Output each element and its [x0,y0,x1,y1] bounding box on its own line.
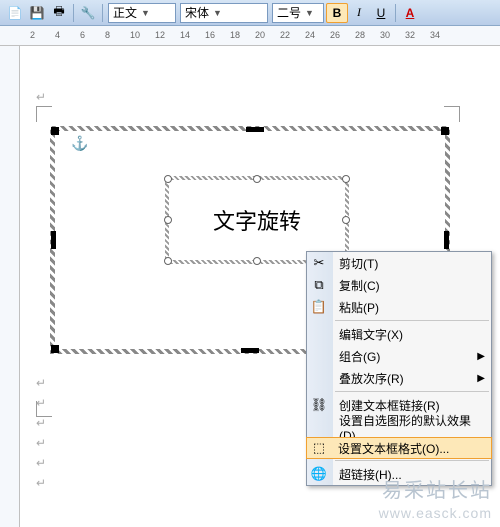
paragraph-mark-icon: ↵ [36,90,46,104]
underline-button[interactable]: U [370,3,392,23]
paragraph-mark-icon: ↵ [36,456,46,470]
size-dropdown[interactable]: 二号▼ [272,3,324,23]
horizontal-ruler: 24 68 1012 1416 1820 2224 2628 3032 34 [0,26,500,46]
resize-handle[interactable] [441,127,449,135]
menu-copy[interactable]: ⧉复制(C) [307,274,491,296]
save-icon[interactable]: 💾 [27,3,47,23]
copy-icon: ⧉ [311,277,327,293]
paragraph-mark-icon: ↵ [36,476,46,490]
new-doc-icon[interactable]: 📄 [5,3,25,23]
menu-group[interactable]: 组合(G)▶ [307,345,491,367]
resize-handle[interactable] [253,175,261,183]
text-box-content: 文字旋转 [213,204,301,236]
resize-handle[interactable] [444,231,449,249]
resize-handle[interactable] [51,345,59,353]
globe-icon: 🌐 [311,466,327,482]
resize-handle[interactable] [241,348,259,353]
menu-set-autoshape[interactable]: 设置自选图形的默认效果(D) [307,416,491,438]
submenu-arrow-icon: ▶ [477,373,485,384]
menu-edit-text[interactable]: 编辑文字(X) [307,323,491,345]
paragraph-mark-icon: ↵ [36,376,46,390]
resize-handle[interactable] [342,216,350,224]
resize-handle[interactable] [164,216,172,224]
formatting-toolbar: 📄 💾 🖶 🔧 正文▼ 宋体▼ 二号▼ B I U A [0,0,500,26]
menu-paste[interactable]: 📋粘贴(P) [307,296,491,318]
paragraph-mark-icon: ↵ [36,396,46,410]
resize-handle[interactable] [164,175,172,183]
menu-order[interactable]: 叠放次序(R)▶ [307,367,491,389]
resize-handle[interactable] [342,175,350,183]
menu-cut[interactable]: ✂剪切(T) [307,252,491,274]
page-margin-corner [36,106,52,122]
resize-handle[interactable] [253,257,261,265]
menu-format-textbox[interactable]: ⬚设置文本框格式(O)... [306,437,492,459]
resize-handle[interactable] [246,127,264,132]
link-icon: ⛓ [311,397,327,413]
bold-button[interactable]: B [326,3,348,23]
style-dropdown[interactable]: 正文▼ [108,3,176,23]
page-margin-corner [444,106,460,122]
context-menu: ✂剪切(T) ⧉复制(C) 📋粘贴(P) 编辑文字(X) 组合(G)▶ 叠放次序… [306,251,492,486]
font-dropdown[interactable]: 宋体▼ [180,3,268,23]
resize-handle[interactable] [51,127,59,135]
watermark-text: 易采站长站 [382,474,492,503]
print-icon[interactable]: 🖶 [49,3,69,23]
vertical-ruler [0,46,20,527]
resize-handle[interactable] [51,231,56,249]
resize-handle[interactable] [164,257,172,265]
watermark-url: www.easck.com [379,505,492,521]
format-icon: ⬚ [311,440,327,456]
font-color-button[interactable]: A [400,3,420,23]
italic-button[interactable]: I [348,3,370,23]
submenu-arrow-icon: ▶ [477,351,485,362]
anchor-icon: ⚓ [71,135,88,152]
paragraph-mark-icon: ↵ [36,436,46,450]
paragraph-mark-icon: ↵ [36,416,46,430]
paste-icon: 📋 [311,299,327,315]
tool-icon[interactable]: 🔧 [78,3,98,23]
scissors-icon: ✂ [311,255,327,271]
